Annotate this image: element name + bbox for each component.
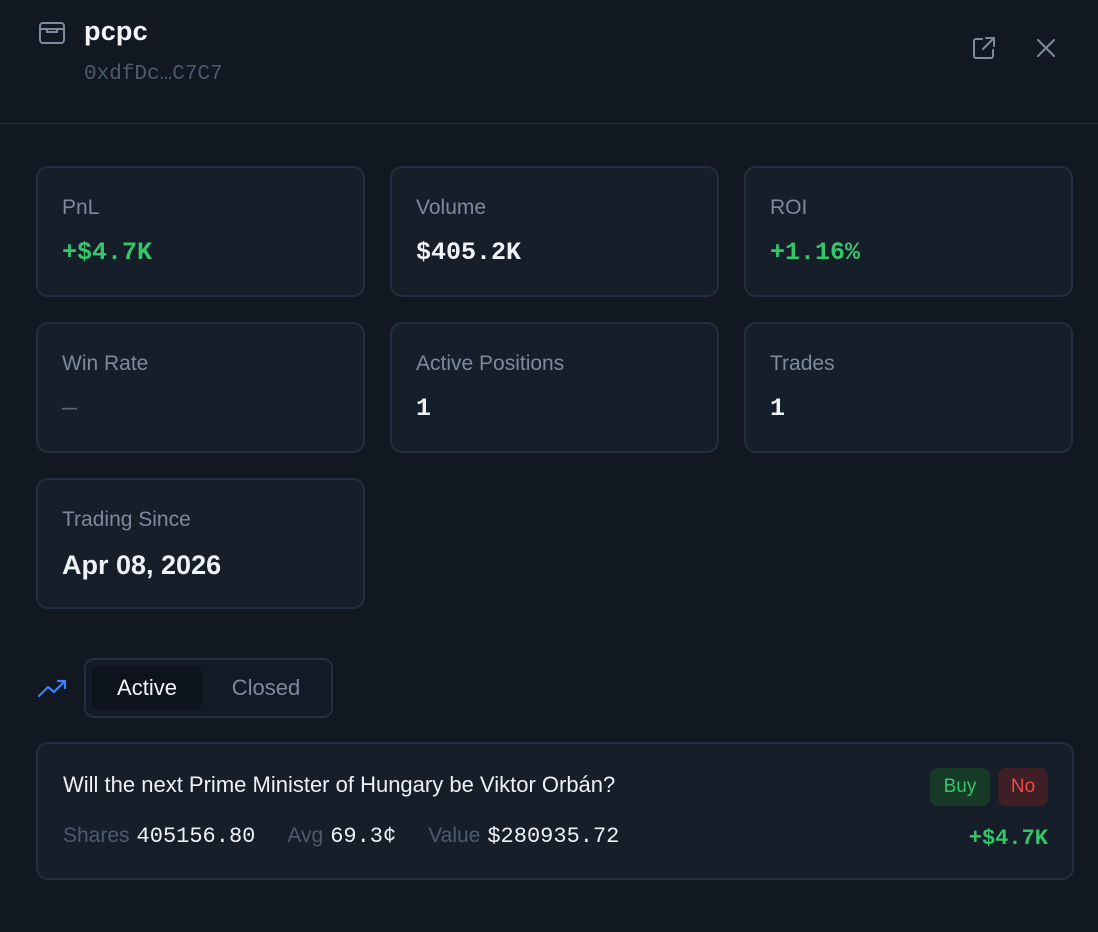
win-rate-card: Win Rate — xyxy=(36,322,365,453)
trades-value: 1 xyxy=(770,394,786,423)
trading-since-label: Trading Since xyxy=(62,508,191,531)
active-positions-value: 1 xyxy=(416,394,432,423)
trading-since-value: Apr 08, 2026 xyxy=(62,550,222,580)
shares-value: 405156.80 xyxy=(136,824,256,849)
wallet-name: pcpc xyxy=(84,16,148,46)
wallet-icon xyxy=(38,20,66,46)
roi-value: +1.16% xyxy=(770,238,861,267)
position-card[interactable]: Will the next Prime Minister of Hungary … xyxy=(36,742,1074,880)
trending-up-icon xyxy=(37,676,69,700)
position-pnl: +$4.7K xyxy=(968,826,1048,851)
market-title: Will the next Prime Minister of Hungary … xyxy=(63,772,616,797)
shares-label: Shares xyxy=(63,824,130,847)
active-positions-card: Active Positions 1 xyxy=(390,322,719,453)
roi-label: ROI xyxy=(770,196,808,219)
value-amount: $280935.72 xyxy=(487,824,620,849)
avg-label: Avg xyxy=(287,824,324,847)
value-label: Value xyxy=(428,824,481,847)
pnl-label: PnL xyxy=(62,196,100,219)
external-link-icon xyxy=(971,35,997,66)
pnl-value: +$4.7K xyxy=(62,238,153,267)
close-button[interactable] xyxy=(1030,34,1062,66)
trades-label: Trades xyxy=(770,352,835,375)
active-positions-label: Active Positions xyxy=(416,352,565,375)
win-rate-value: — xyxy=(62,394,78,423)
close-icon xyxy=(1035,37,1057,64)
position-stats: Shares 405156.80 Avg 69.3¢ Value $280935… xyxy=(63,824,619,849)
wallet-header: pcpc 0xdfDc…C7C7 xyxy=(0,0,1098,124)
pnl-card: PnL +$4.7K xyxy=(36,166,365,297)
win-rate-label: Win Rate xyxy=(62,352,149,375)
outcome-badge: No xyxy=(998,768,1048,806)
volume-card: Volume $405.2K xyxy=(390,166,719,297)
wallet-address[interactable]: 0xdfDc…C7C7 xyxy=(84,63,223,86)
tab-active[interactable]: Active xyxy=(92,666,202,710)
trades-card: Trades 1 xyxy=(744,322,1073,453)
volume-value: $405.2K xyxy=(416,238,522,267)
position-tabs: Active Closed xyxy=(84,658,333,718)
avg-value: 69.3¢ xyxy=(330,824,397,849)
tab-closed[interactable]: Closed xyxy=(208,666,324,710)
side-badge: Buy xyxy=(930,768,990,806)
volume-label: Volume xyxy=(416,196,487,219)
trading-since-card: Trading Since Apr 08, 2026 xyxy=(36,478,365,609)
roi-card: ROI +1.16% xyxy=(744,166,1073,297)
external-link-button[interactable] xyxy=(968,34,1000,66)
